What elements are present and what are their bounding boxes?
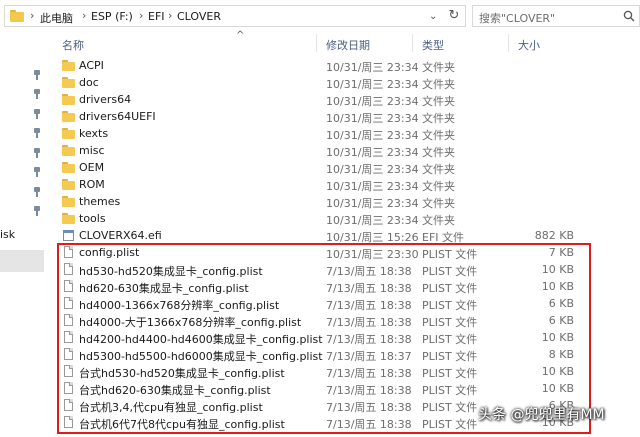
address-row: › 此电脑 › ESP (F:) › EFI › CLOVER ⌄ ↻ 搜索"C… [0, 0, 640, 32]
folder-icon [62, 76, 75, 89]
file-type: 文件夹 [422, 197, 455, 210]
breadcrumb-clover[interactable]: CLOVER [177, 10, 221, 23]
breadcrumb-esp-drive[interactable]: ESP (F:) [91, 10, 133, 23]
file-date: 10/31/周三 23:34 [326, 197, 419, 210]
file-name: misc [79, 144, 105, 157]
file-type: 文件夹 [422, 180, 455, 193]
column-type[interactable]: 类型 [422, 37, 444, 53]
file-type: 文件夹 [422, 214, 455, 227]
address-bar[interactable]: › 此电脑 › ESP (F:) › EFI › CLOVER ⌄ ↻ [4, 5, 466, 27]
chevron-down-icon[interactable]: ⌄ [429, 11, 437, 22]
file-row[interactable]: tools 10/31/周三 23:34 文件夹 [52, 210, 592, 227]
search-icon[interactable] [623, 10, 635, 22]
breadcrumb-this-pc[interactable]: 此电脑 [40, 10, 73, 26]
efi-file-icon [62, 229, 75, 242]
search-input[interactable]: 搜索"CLOVER" [472, 5, 640, 27]
pin-icon[interactable] [33, 187, 41, 197]
chevron-right-icon: › [82, 9, 87, 22]
file-row[interactable]: kexts 10/31/周三 23:34 文件夹 [52, 125, 592, 142]
file-name: drivers64UEFI [79, 110, 156, 123]
file-date: 10/31/周三 23:34 [326, 163, 419, 176]
column-divider[interactable] [412, 34, 413, 52]
folder-icon [62, 161, 75, 174]
folder-icon [10, 10, 24, 22]
column-divider[interactable] [316, 34, 317, 52]
file-date: 10/31/周三 23:34 [326, 180, 419, 193]
column-header: ^ 名称 修改日期 类型 大小 [52, 30, 640, 54]
file-row[interactable]: drivers64UEFI 10/31/周三 23:34 文件夹 [52, 108, 592, 125]
folder-icon [62, 93, 75, 106]
column-name[interactable]: 名称 [62, 37, 84, 53]
file-name: doc [79, 76, 99, 89]
folder-icon [62, 110, 75, 123]
file-row[interactable]: CLOVERX64.efi 10/31/周三 15:26 EFI 文件 882 KB [52, 227, 592, 244]
refresh-icon[interactable]: ↻ [443, 5, 465, 27]
file-date: 10/31/周三 23:34 [326, 78, 419, 91]
pin-icon[interactable] [33, 70, 41, 80]
chevron-right-icon: › [30, 9, 35, 22]
pin-icon[interactable] [33, 128, 41, 138]
file-name: drivers64 [79, 93, 132, 106]
file-type: 文件夹 [422, 163, 455, 176]
file-name: ACPI [79, 59, 104, 72]
pin-icon[interactable] [33, 167, 41, 177]
file-row[interactable]: ACPI 10/31/周三 23:34 文件夹 [52, 57, 592, 74]
folder-icon [62, 59, 75, 72]
file-type: 文件夹 [422, 129, 455, 142]
pin-icon[interactable] [33, 148, 41, 158]
file-row[interactable]: doc 10/31/周三 23:34 文件夹 [52, 74, 592, 91]
file-type: 文件夹 [422, 112, 455, 125]
sort-ascending-icon: ^ [236, 30, 245, 41]
folder-icon [62, 127, 75, 140]
file-date: 10/31/周三 23:34 [326, 146, 419, 159]
search-placeholder: 搜索"CLOVER" [479, 12, 556, 25]
column-divider[interactable] [508, 34, 509, 52]
column-date[interactable]: 修改日期 [326, 37, 370, 53]
navigation-pane: isk [0, 32, 46, 437]
folder-icon [62, 178, 75, 191]
file-name: kexts [79, 127, 109, 140]
breadcrumb-efi[interactable]: EFI [148, 10, 165, 23]
file-name: tools [79, 212, 106, 225]
file-row[interactable]: ROM 10/31/周三 23:34 文件夹 [52, 176, 592, 193]
file-name: ROM [79, 178, 105, 191]
file-type: 文件夹 [422, 61, 455, 74]
column-size[interactable]: 大小 [518, 37, 540, 53]
file-date: 10/31/周三 23:34 [326, 129, 419, 142]
folder-icon [62, 212, 75, 225]
file-date: 10/31/周三 23:34 [326, 214, 419, 227]
file-size: 882 KB [534, 229, 574, 242]
file-name: themes [79, 195, 121, 208]
pin-icon[interactable] [33, 89, 41, 99]
file-type: 文件夹 [422, 146, 455, 159]
file-row[interactable]: OEM 10/31/周三 23:34 文件夹 [52, 159, 592, 176]
file-row[interactable]: misc 10/31/周三 23:34 文件夹 [52, 142, 592, 159]
file-name: OEM [79, 161, 105, 174]
file-date: 10/31/周三 23:34 [326, 112, 419, 125]
file-date: 10/31/周三 23:34 [326, 95, 419, 108]
file-row[interactable]: themes 10/31/周三 23:34 文件夹 [52, 193, 592, 210]
pin-icon[interactable] [33, 109, 41, 119]
nav-item-partial[interactable]: isk [0, 228, 15, 241]
folder-icon [62, 144, 75, 157]
watermark: 头条 @兜兜里有MM [478, 407, 605, 423]
nav-item-selected[interactable] [0, 250, 44, 272]
chevron-right-icon: › [168, 9, 173, 22]
file-date: 10/31/周三 23:34 [326, 61, 419, 74]
file-name: CLOVERX64.efi [79, 229, 162, 242]
file-row[interactable]: drivers64 10/31/周三 23:34 文件夹 [52, 91, 592, 108]
pin-icon[interactable] [33, 206, 41, 216]
folder-icon [62, 195, 75, 208]
file-type: 文件夹 [422, 95, 455, 108]
chevron-right-icon: › [139, 9, 144, 22]
file-type: 文件夹 [422, 78, 455, 91]
